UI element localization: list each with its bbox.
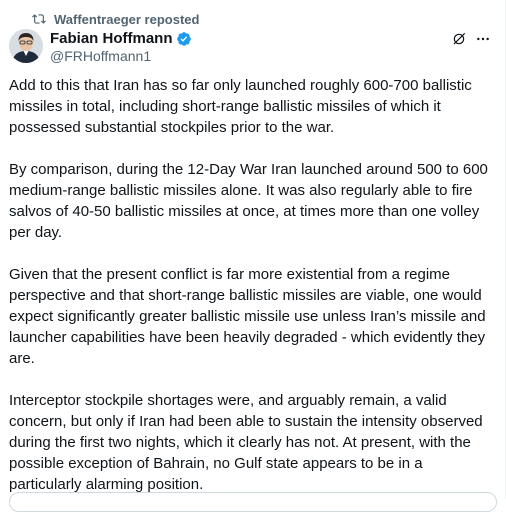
quoted-tweet-card[interactable] xyxy=(9,492,497,512)
author-handle[interactable]: @FRHoffmann1 xyxy=(50,48,151,64)
author-name-row: Fabian Hoffmann xyxy=(50,30,192,48)
avatar[interactable] xyxy=(9,29,43,63)
more-icon[interactable] xyxy=(475,31,491,47)
grok-icon[interactable] xyxy=(451,31,467,47)
avatar-portrait xyxy=(9,29,43,63)
repost-user-link[interactable]: Waffentraeger reposted xyxy=(54,12,199,27)
tweet-paragraph: Given that the present conflict is far m… xyxy=(9,266,486,367)
repost-indicator: Waffentraeger reposted xyxy=(32,11,199,27)
author-display-name[interactable]: Fabian Hoffmann xyxy=(50,30,173,48)
tweet-text: Add to this that Iran has so far only la… xyxy=(9,75,499,516)
repost-icon xyxy=(32,14,46,24)
tweet-paragraph: By comparison, during the 12-Day War Ira… xyxy=(9,161,488,241)
verified-badge-icon[interactable] xyxy=(176,31,192,47)
tweet-paragraph: Add to this that Iran has so far only la… xyxy=(9,77,472,136)
tweet-paragraph: Interceptor stockpile shortages were, an… xyxy=(9,392,483,493)
tweet-container[interactable]: Waffentraeger reposted Fabian Hoffmann @… xyxy=(0,0,506,512)
